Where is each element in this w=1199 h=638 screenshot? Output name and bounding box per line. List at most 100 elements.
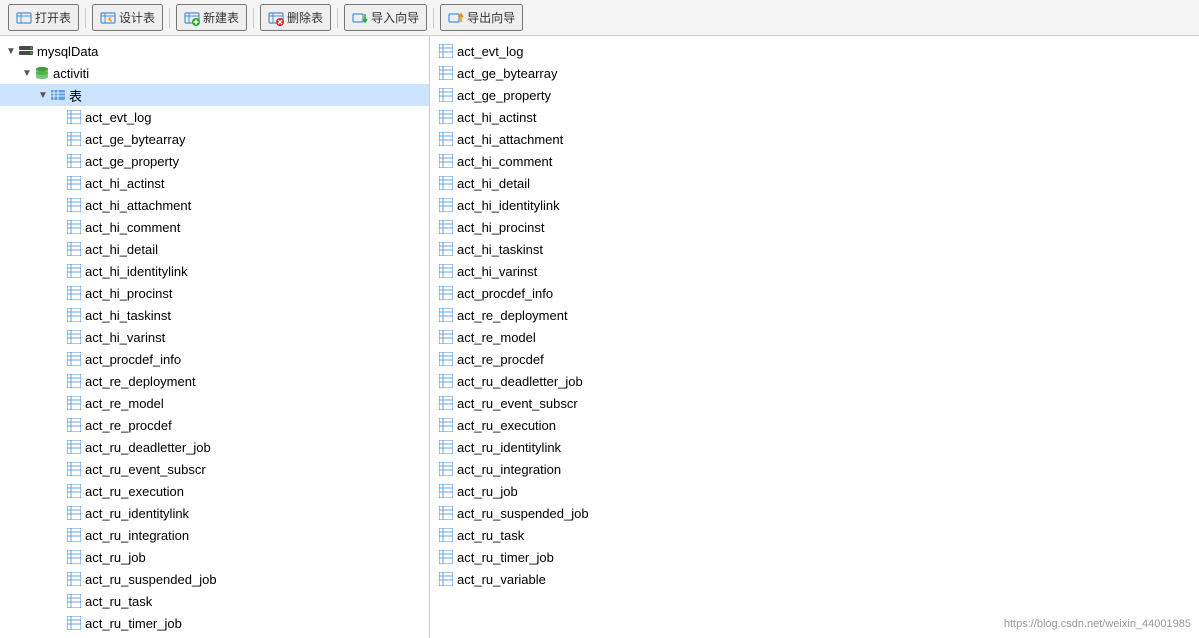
sidebar-table-item[interactable]: ▷ act_hi_actinst [0,172,429,194]
content-table-name: act_ru_timer_job [457,550,554,565]
sidebar-table-item[interactable]: ▷ act_hi_detail [0,238,429,260]
delete-table-label: 删除表 [287,9,323,26]
sidebar-table-item[interactable]: ▷ act_hi_procinst [0,282,429,304]
tree-root: ▼ mysqlData ▼ [0,36,429,638]
content-table-name: act_hi_attachment [457,132,563,147]
open-table-icon [16,10,32,26]
sidebar-table-item[interactable]: ▷ act_ru_task [0,590,429,612]
main-layout: ▼ mysqlData ▼ [0,36,1199,638]
content-table-name: act_ru_execution [457,418,556,433]
content-table-item[interactable]: act_hi_comment [430,150,1199,172]
sidebar-table-item[interactable]: ▷ act_re_model [0,392,429,414]
expand-arrow-activiti: ▼ [20,66,34,80]
tree-item-activiti[interactable]: ▼ activiti [0,62,429,84]
sidebar-table-item[interactable]: ▷ act_hi_comment [0,216,429,238]
content-table-item[interactable]: act_re_model [430,326,1199,348]
content-area: act_evt_log act_ge_bytearray act_ge_prop… [430,36,1199,638]
content-table-item[interactable]: act_ru_job [430,480,1199,502]
sidebar-table-item[interactable]: ▷ act_ru_event_subscr [0,458,429,480]
content-table-item[interactable]: act_ru_timer_job [430,546,1199,568]
sidebar-table-item[interactable]: ▷ act_ru_suspended_job [0,568,429,590]
sidebar-table-name: act_re_deployment [85,374,196,389]
design-table-button[interactable]: 设计表 [92,4,163,31]
design-table-icon [100,10,116,26]
sidebar-table-name: act_hi_varinst [85,330,165,345]
tree-item-mysqldata[interactable]: ▼ mysqlData [0,40,429,62]
table-icon [66,505,82,521]
table-icon [438,571,454,587]
database-icon [34,65,50,81]
table-icon [438,43,454,59]
content-table-item[interactable]: act_hi_actinst [430,106,1199,128]
content-table-item[interactable]: act_hi_varinst [430,260,1199,282]
content-table-name: act_evt_log [457,44,524,59]
content-table-item[interactable]: act_ge_property [430,84,1199,106]
content-table-item[interactable]: act_ru_suspended_job [430,502,1199,524]
content-table-item[interactable]: act_ru_deadletter_job [430,370,1199,392]
content-table-name: act_hi_procinst [457,220,544,235]
sidebar-table-item[interactable]: ▷ act_procdef_info [0,348,429,370]
table-icon [438,461,454,477]
table-icon [438,527,454,543]
table-icon [66,461,82,477]
sidebar-table-item[interactable]: ▷ act_ru_timer_job [0,612,429,634]
delete-table-button[interactable]: 删除表 [260,4,331,31]
sidebar-table-item[interactable]: ▷ act_hi_taskinst [0,304,429,326]
open-table-button[interactable]: 打开表 [8,4,79,31]
content-table-item[interactable]: act_procdef_info [430,282,1199,304]
table-icon [66,593,82,609]
sidebar-table-item[interactable]: ▷ act_ru_identitylink [0,502,429,524]
sidebar-table-item[interactable]: ▷ act_ru_execution [0,480,429,502]
sidebar-table-name: act_ge_property [85,154,179,169]
sidebar-table-name: act_ru_task [85,594,152,609]
sidebar-table-item[interactable]: ▷ act_ru_variable [0,634,429,638]
sidebar-table-name: act_hi_taskinst [85,308,171,323]
export-button[interactable]: 导出向导 [440,4,523,31]
content-table-item[interactable]: act_ru_task [430,524,1199,546]
sidebar-table-item[interactable]: ▷ act_ge_property [0,150,429,172]
sidebar-table-item[interactable]: ▷ act_ru_integration [0,524,429,546]
sidebar-table-item[interactable]: ▷ act_evt_log [0,106,429,128]
content-table-name: act_ru_integration [457,462,561,477]
content-table-item[interactable]: act_ge_bytearray [430,62,1199,84]
sidebar-table-item[interactable]: ▷ act_hi_varinst [0,326,429,348]
sidebar-table-item[interactable]: ▷ act_ru_job [0,546,429,568]
content-table-item[interactable]: act_hi_identitylink [430,194,1199,216]
sidebar-table-name: act_ru_identitylink [85,506,189,521]
content-table-item[interactable]: act_hi_procinst [430,216,1199,238]
sidebar-table-item[interactable]: ▷ act_ge_bytearray [0,128,429,150]
table-icon [66,615,82,631]
sidebar-table-item[interactable]: ▷ act_ru_deadletter_job [0,436,429,458]
content-table-name: act_ge_bytearray [457,66,557,81]
watermark: https://blog.csdn.net/weixin_44001985 [1004,618,1191,630]
sidebar[interactable]: ▼ mysqlData ▼ [0,36,430,638]
content-table-item[interactable]: act_hi_attachment [430,128,1199,150]
content-table-item[interactable]: act_hi_detail [430,172,1199,194]
table-icon [66,373,82,389]
content-table-item[interactable]: act_ru_integration [430,458,1199,480]
new-table-button[interactable]: 新建表 [176,4,247,31]
content-table-item[interactable]: act_re_procdef [430,348,1199,370]
content-table-item[interactable]: act_re_deployment [430,304,1199,326]
content-table-item[interactable]: act_ru_identitylink [430,436,1199,458]
sidebar-table-item[interactable]: ▷ act_re_procdef [0,414,429,436]
content-table-name: act_re_procdef [457,352,544,367]
content-table-item[interactable]: act_hi_taskinst [430,238,1199,260]
sidebar-table-item[interactable]: ▷ act_re_deployment [0,370,429,392]
sidebar-table-name: act_evt_log [85,110,152,125]
sidebar-table-item[interactable]: ▷ act_hi_attachment [0,194,429,216]
table-icon [66,153,82,169]
tree-item-tables-folder[interactable]: ▼ 表 [0,84,429,106]
new-table-icon [184,10,200,26]
import-button[interactable]: 导入向导 [344,4,427,31]
content-table-name: act_ru_event_subscr [457,396,578,411]
content-table-name: act_hi_detail [457,176,530,191]
content-table-name: act_hi_identitylink [457,198,560,213]
content-table-item[interactable]: act_ru_variable [430,568,1199,590]
sidebar-table-name: act_ge_bytearray [85,132,185,147]
table-icon [66,307,82,323]
sidebar-table-item[interactable]: ▷ act_hi_identitylink [0,260,429,282]
content-table-item[interactable]: act_evt_log [430,40,1199,62]
content-table-item[interactable]: act_ru_event_subscr [430,392,1199,414]
content-table-item[interactable]: act_ru_execution [430,414,1199,436]
